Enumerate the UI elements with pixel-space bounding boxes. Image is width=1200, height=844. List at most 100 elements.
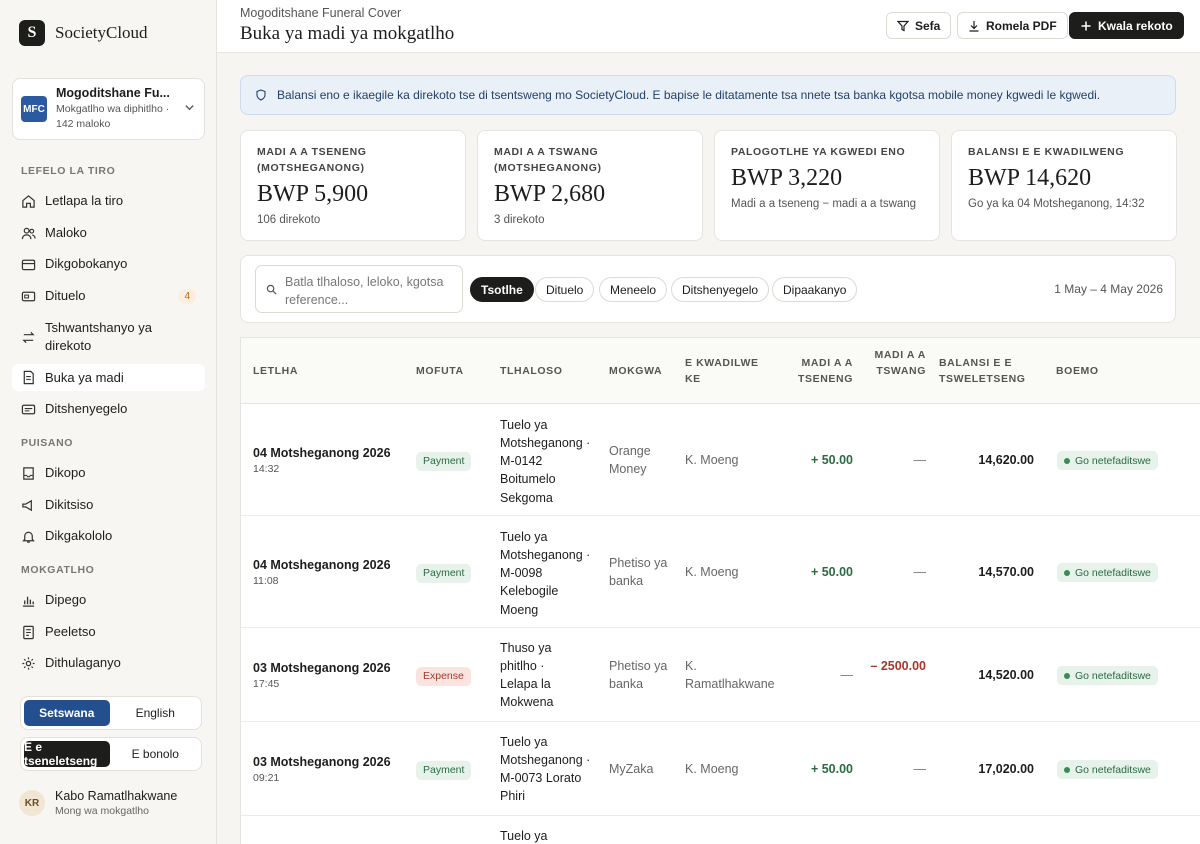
page-header: Mogoditshane Funeral Cover Buka ya madi … <box>217 0 1200 53</box>
sidebar-item-label: Peeletso <box>45 624 96 640</box>
sidebar-item-payments[interactable]: Dituelo 4 <box>12 285 205 307</box>
sidebar-item-dashboard[interactable]: Letlapa la tiro <box>12 190 205 212</box>
sidebar-item-label: Dikgakololo <box>45 528 113 544</box>
inbox-icon <box>21 466 36 481</box>
filter-chip-all[interactable]: Tsotlhe <box>470 277 534 302</box>
shield-icon <box>256 89 266 101</box>
filter-button[interactable]: Sefa <box>886 12 952 39</box>
export-pdf-label: Romela PDF <box>986 18 1057 33</box>
user-role: Mong wa mokgatlho <box>55 805 149 817</box>
receipt-icon <box>21 402 36 417</box>
filter-chip-payments[interactable]: Dituelo <box>535 277 595 302</box>
sidebar-item-settings[interactable]: Dithulaganyo <box>12 652 205 674</box>
row-recorded-by: K. Moeng <box>685 453 739 467</box>
row-description: Tuelo ya <box>500 829 548 843</box>
row-money-out: — <box>913 453 927 467</box>
avatar: KR <box>19 790 45 816</box>
table-row[interactable]: 03 Motsheganong 2026 17:45 Expense Thuso… <box>241 628 1200 722</box>
filter-button-label: Sefa <box>915 18 941 33</box>
type-badge: Expense <box>416 667 471 687</box>
language-setswana[interactable]: Setswana <box>24 700 110 726</box>
stat-card-net: PALOGOTLHE YA KGWEDI ENO BWP 3,220 Madi … <box>714 130 940 241</box>
bell-icon <box>21 529 36 544</box>
sidebar-item-reports[interactable]: Dipego <box>12 589 205 611</box>
table-row[interactable]: Tuelo ya <box>241 816 1200 844</box>
stat-card-balance: BALANSI E E KWADILWENG BWP 14,620 Go ya … <box>951 130 1177 241</box>
sidebar-item-collections[interactable]: Dikgobokanyo <box>12 253 205 275</box>
org-subtitle: Mokgatlho wa diphitlho · 142 maloko <box>56 103 170 130</box>
row-time: 09:21 <box>253 772 280 785</box>
home-icon <box>21 194 36 209</box>
sidebar-item-label: Dikitsiso <box>45 497 94 513</box>
breadcrumb: Mogoditshane Funeral Cover <box>240 6 402 20</box>
date-range[interactable]: 1 May – 4 May 2026 <box>1054 282 1163 296</box>
nav-section-communication: PUISANO <box>21 437 74 449</box>
row-date: 04 Motsheganong 2026 <box>253 558 391 572</box>
brand[interactable]: S SocietyCloud <box>19 20 148 46</box>
column-method[interactable]: MOKGWA <box>609 364 662 380</box>
table-row[interactable]: 03 Motsheganong 2026 09:21 Payment Tuelo… <box>241 722 1200 816</box>
column-status[interactable]: BOEMO <box>1056 364 1099 380</box>
card-icon <box>21 289 36 304</box>
row-date: 03 Motsheganong 2026 <box>253 661 391 675</box>
add-record-button[interactable]: Kwala rekoto <box>1069 12 1184 39</box>
column-date[interactable]: LETLHA <box>253 364 298 380</box>
stat-label: MADI A A TSWANG (MOTSHEGANONG) <box>494 146 602 174</box>
stat-label: BALANSI E E KWADILWENG <box>968 146 1125 158</box>
table-row[interactable]: 04 Motsheganong 2026 14:32 Payment Tuelo… <box>241 404 1200 516</box>
stat-card-income: MADI A A TSENENG (MOTSHEGANONG) BWP 5,90… <box>240 130 466 241</box>
filter-chip-adjustments[interactable]: Dipaakanyo <box>772 277 858 302</box>
filter-chip-contributions[interactable]: Meneelo <box>599 277 668 302</box>
column-description[interactable]: TLHALOSO <box>500 364 563 380</box>
sidebar-item-reconciliation[interactable]: Tshwantshanyo ya direkoto <box>12 318 205 356</box>
sidebar-item-policy[interactable]: Peeletso <box>12 621 205 643</box>
mode-advanced[interactable]: E e tseneletseng <box>24 740 110 768</box>
filter-chip-expenses[interactable]: Ditshenyegelo <box>671 277 770 302</box>
column-running-balance[interactable]: BALANSI E E TSWELETSENG <box>939 356 1034 388</box>
row-balance: 14,620.00 <box>978 453 1034 467</box>
sidebar-item-expenses[interactable]: Ditshenyegelo <box>12 398 205 420</box>
row-time: 14:32 <box>253 463 280 476</box>
column-recorded-by[interactable]: E KWADILWE KE <box>685 356 765 388</box>
row-method: Phetiso ya banka <box>609 556 668 589</box>
brand-name: SocietyCloud <box>55 23 148 42</box>
add-record-label: Kwala rekoto <box>1098 18 1173 33</box>
chart-icon <box>21 593 36 608</box>
status-badge: Go netefaditswe <box>1057 563 1158 582</box>
sidebar-item-label: Tshwantshanyo ya direkoto <box>45 320 152 353</box>
org-badge: MFC <box>21 96 47 122</box>
search-icon <box>266 284 277 295</box>
table-row[interactable]: 04 Motsheganong 2026 11:08 Payment Tuelo… <box>241 516 1200 628</box>
column-money-out[interactable]: MADI A A TSWANG <box>869 348 926 380</box>
user-profile[interactable]: KR Kabo Ramatlhakwane Mong wa mokgatlho <box>19 789 177 817</box>
export-pdf-button[interactable]: Romela PDF <box>957 12 1068 39</box>
status-label: Go netefaditswe <box>1075 566 1151 579</box>
sidebar-item-ledger[interactable]: Buka ya madi <box>12 364 205 391</box>
sidebar-item-label: Dikopo <box>45 465 86 481</box>
stat-subtext: Madi a a tseneng − madi a a tswang <box>731 197 917 210</box>
stat-subtext: Go ya ka 04 Motsheganong, 14:32 <box>968 197 1145 210</box>
column-money-in[interactable]: MADI A A TSENENG <box>789 356 853 388</box>
row-description: Tuelo ya Motsheganong · M-0142 Boitumelo… <box>500 418 591 505</box>
info-banner: Balansi eno e ikaegile ka direkoto tse d… <box>240 75 1176 115</box>
search-input[interactable]: Batla tlhaloso, leloko, kgotsa reference… <box>255 265 463 313</box>
download-icon <box>969 20 979 32</box>
row-recorded-by: K. Moeng <box>685 762 739 776</box>
language-english[interactable]: English <box>113 700 199 726</box>
mode-simple[interactable]: E bonolo <box>113 741 199 767</box>
row-description: Thuso ya phitlho · Lelapa la Mokwena <box>500 641 554 710</box>
sidebar-item-requests[interactable]: Dikopo <box>12 462 205 484</box>
column-type[interactable]: MOFUTA <box>416 364 464 380</box>
mode-toggle: E e tseneletseng E bonolo <box>20 737 202 771</box>
row-time: 11:08 <box>253 575 279 588</box>
sidebar-item-members[interactable]: Maloko <box>12 222 205 244</box>
org-switcher[interactable]: MFC Mogoditshane Fu... Mokgatlho wa diph… <box>12 78 205 140</box>
nav-section-workspace: LEFELO LA TIRO <box>21 165 116 177</box>
users-icon <box>21 226 36 241</box>
sidebar-item-announcements[interactable]: Dikitsiso <box>12 494 205 516</box>
language-toggle: Setswana English <box>20 696 202 730</box>
sidebar-item-reminders[interactable]: Dikgakololo <box>12 525 205 547</box>
filter-bar: Batla tlhaloso, leloko, kgotsa reference… <box>240 255 1176 323</box>
sidebar-item-label: Buka ya madi <box>45 369 124 385</box>
plus-icon <box>1081 21 1091 30</box>
